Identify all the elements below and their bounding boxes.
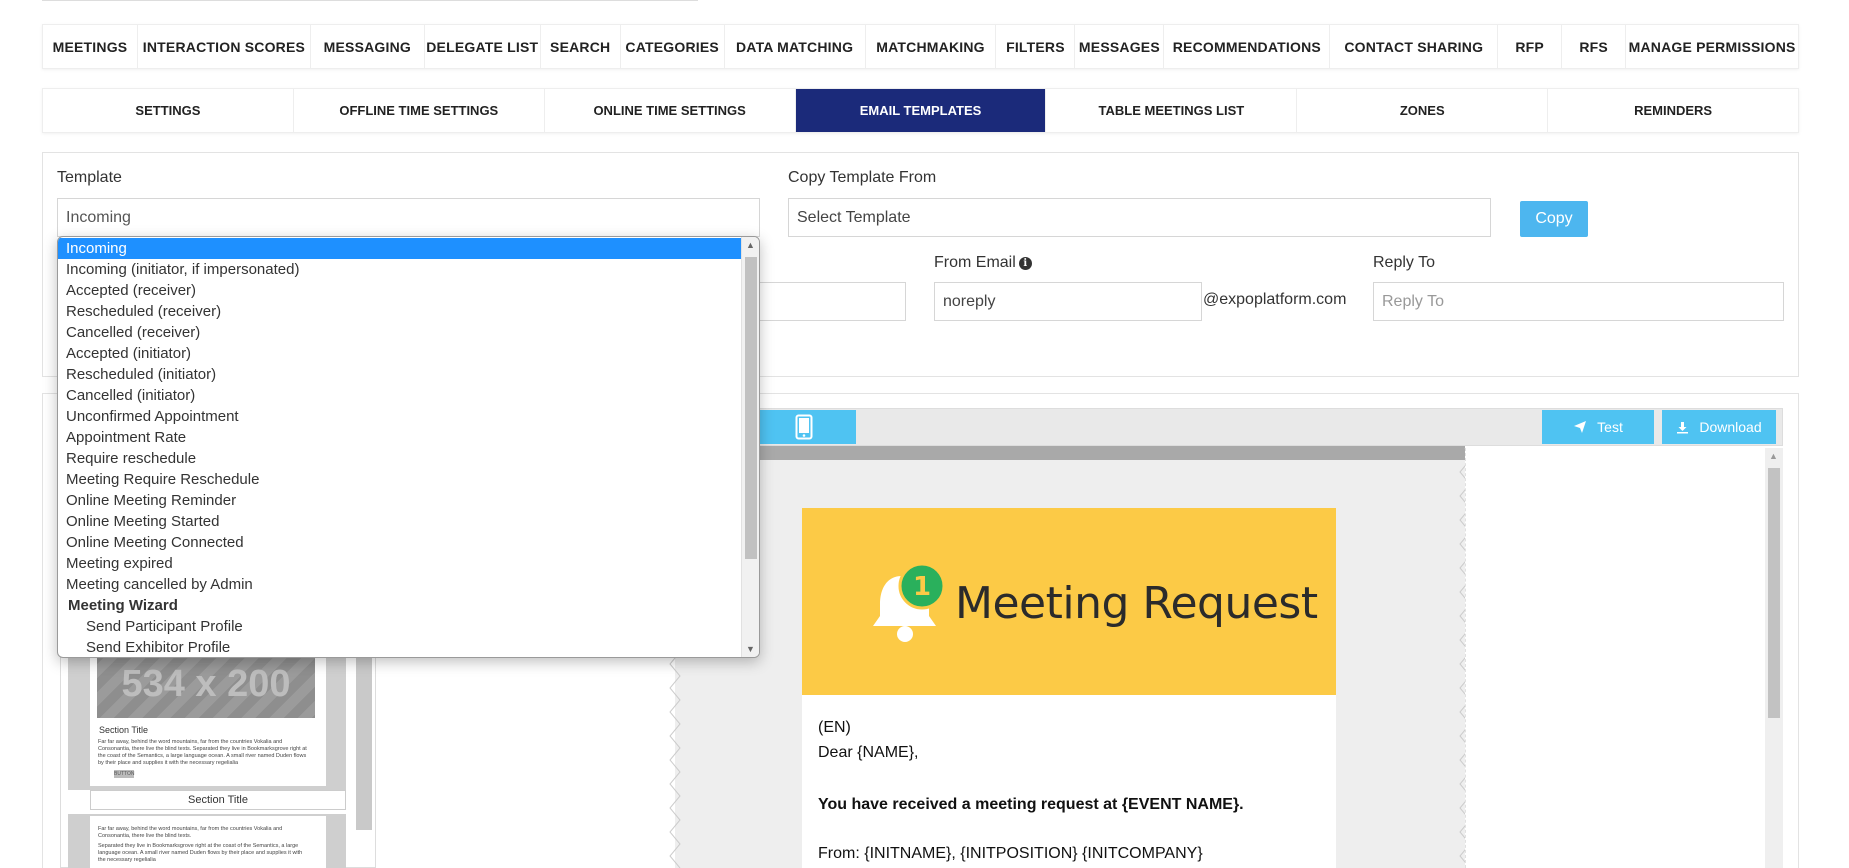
top-divider [42, 0, 698, 1]
sub-tab-bar: SETTINGS OFFLINE TIME SETTINGS ONLINE TI… [42, 88, 1799, 133]
dropdown-option[interactable]: Unconfirmed Appointment [58, 406, 741, 427]
tab-recommendations[interactable]: RECOMMENDATIONS [1164, 25, 1331, 68]
download-button-label: Download [1699, 419, 1762, 435]
from-email-label-wrap: From Email i [934, 254, 1032, 272]
dropdown-option[interactable]: Meeting Require Reschedule [58, 469, 741, 490]
block-2-text-a: Far far away, behind the word mountains,… [98, 826, 283, 839]
dropdown-option[interactable]: Accepted (receiver) [58, 280, 741, 301]
template-label: Template [57, 169, 122, 186]
subtab-zones[interactable]: ZONES [1297, 89, 1549, 132]
copy-template-label: Copy Template From [788, 169, 937, 186]
tab-contact-sharing[interactable]: CONTACT SHARING [1330, 25, 1499, 68]
test-button[interactable]: Test [1542, 410, 1654, 444]
dropdown-option[interactable]: Meeting cancelled by Admin [58, 574, 741, 595]
download-icon [1677, 421, 1689, 433]
from-email-label: From Email [934, 254, 1016, 271]
block-2-text-b: Separated they live in Bookmarksgrove ri… [98, 843, 303, 863]
download-button[interactable]: Download [1662, 410, 1776, 444]
dropdown-scrollbar[interactable]: ▲ ▼ [741, 237, 759, 657]
canvas-top-bar [692, 446, 1465, 460]
tab-matchmaking[interactable]: MATCHMAKING [866, 25, 997, 68]
email-from-line: From: {INITNAME}, {INITPOSITION} {INITCO… [818, 845, 1203, 862]
block-section-title: Section Title [99, 725, 149, 735]
send-icon [1574, 421, 1587, 433]
canvas-right-area [1465, 448, 1765, 868]
tab-interaction-scores[interactable]: INTERACTION SCORES [138, 25, 311, 68]
dropdown-group-label: Meeting Wizard [68, 597, 178, 614]
canvas-scroll-thumb[interactable] [1768, 468, 1780, 718]
subtab-offline-time-settings[interactable]: OFFLINE TIME SETTINGS [294, 89, 545, 132]
dropdown-option[interactable]: Cancelled (initiator) [58, 385, 741, 406]
tab-categories[interactable]: CATEGORIES [621, 25, 725, 68]
badge-count: 1 [913, 572, 931, 602]
scroll-up-icon[interactable]: ▲ [1769, 451, 1778, 461]
email-header-title: Meeting Request [955, 578, 1318, 629]
subtab-settings[interactable]: SETTINGS [43, 89, 294, 132]
dropdown-option[interactable]: Meeting expired [58, 553, 741, 574]
bell-icon: 1 [873, 562, 946, 642]
info-icon[interactable]: i [1018, 257, 1032, 270]
email-greeting: Dear {NAME}, [818, 744, 919, 761]
dropdown-option[interactable]: Rescheduled (receiver) [58, 301, 741, 322]
dropdown-option[interactable]: Require reschedule [58, 448, 741, 469]
dropdown-option[interactable]: Rescheduled (initiator) [58, 364, 741, 385]
reply-to-label: Reply To [1373, 254, 1435, 271]
email-body[interactable] [802, 695, 1336, 868]
dropdown-option[interactable]: Send Exhibitor Profile [58, 637, 741, 657]
block-section-title-row[interactable]: Section Title [90, 790, 346, 810]
tab-rfp[interactable]: RFP [1498, 25, 1563, 68]
subtab-email-templates[interactable]: EMAIL TEMPLATES [795, 89, 1047, 132]
tab-messages[interactable]: MESSAGES [1075, 25, 1165, 68]
block-section-text: Far far away, behind the word mountains,… [98, 739, 307, 766]
tab-data-matching[interactable]: DATA MATCHING [725, 25, 866, 68]
dropdown-option[interactable]: Online Meeting Reminder [58, 490, 741, 511]
dropdown-option[interactable]: Accepted (initiator) [58, 343, 741, 364]
dropdown-option[interactable]: Online Meeting Started [58, 511, 741, 532]
image-placeholder: 534 x 200 [97, 650, 315, 718]
tab-filters[interactable]: FILTERS [996, 25, 1076, 68]
scroll-up-icon[interactable]: ▲ [746, 240, 755, 250]
email-intro: You have received a meeting request at {… [818, 796, 1244, 813]
copy-button[interactable]: Copy [1520, 201, 1588, 237]
dropdown-option[interactable]: Incoming [58, 238, 741, 259]
canvas-scrollbar[interactable]: ▲ [1765, 448, 1783, 868]
mobile-icon [795, 414, 813, 440]
dropdown-option[interactable]: Send Participant Profile [58, 616, 741, 637]
subtab-online-time-settings[interactable]: ONLINE TIME SETTINGS [545, 89, 796, 132]
subtab-table-meetings-list[interactable]: TABLE MEETINGS LIST [1046, 89, 1298, 132]
dropdown-option[interactable]: Cancelled (receiver) [58, 322, 741, 343]
dropdown-option[interactable]: Appointment Rate [58, 427, 741, 448]
tab-delegate-list[interactable]: DELEGATE LIST [425, 25, 541, 68]
dropdown-option[interactable]: Online Meeting Connected [58, 532, 741, 553]
subtab-reminders[interactable]: REMINDERS [1548, 89, 1798, 132]
scroll-down-icon[interactable]: ▼ [746, 644, 755, 654]
template-dropdown[interactable]: Incoming Incoming (initiator, if imperso… [57, 236, 760, 658]
main-tab-bar: MEETINGS INTERACTION SCORES MESSAGING DE… [42, 24, 1799, 69]
dropdown-option[interactable]: Incoming (initiator, if impersonated) [58, 259, 741, 280]
tab-messaging[interactable]: MESSAGING [311, 25, 425, 68]
reply-to-field[interactable]: Reply To [1373, 282, 1784, 321]
dropdown-scroll-thumb[interactable] [745, 257, 757, 559]
email-lang: (EN) [818, 719, 851, 736]
tab-meetings[interactable]: MEETINGS [43, 25, 138, 68]
mobile-preview-button[interactable] [752, 410, 856, 444]
blocks-scrollbar[interactable] [356, 650, 372, 830]
from-email-field[interactable]: noreply [934, 282, 1202, 321]
tab-rfs[interactable]: RFS [1562, 25, 1627, 68]
block-button-preview: BUTTON [114, 770, 135, 778]
template-select[interactable]: Incoming [57, 198, 760, 237]
tab-manage-permissions[interactable]: MANAGE PERMISSIONS [1626, 25, 1798, 68]
test-button-label: Test [1597, 419, 1623, 435]
tab-search[interactable]: SEARCH [541, 25, 621, 68]
email-domain-suffix: @expoplatform.com [1203, 291, 1347, 308]
copy-template-select[interactable]: Select Template [788, 198, 1491, 237]
